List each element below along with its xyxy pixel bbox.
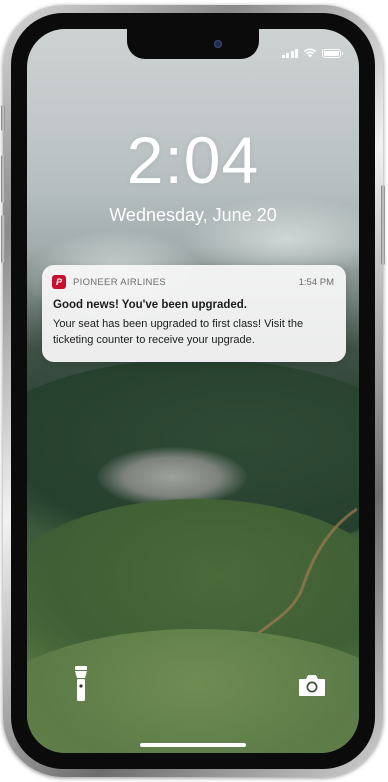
notch [127, 29, 259, 59]
lock-screen[interactable]: 2:04 Wednesday, June 20 P PIONEER AIRLIN… [27, 29, 359, 753]
notification-body: Your seat has been upgraded to first cla… [53, 318, 304, 346]
pioneer-airlines-app-icon: P [52, 275, 66, 289]
volume-up-button [1, 155, 5, 203]
phone-frame: 2:04 Wednesday, June 20 P PIONEER AIRLIN… [1, 5, 385, 777]
notification-card[interactable]: P PIONEER AIRLINES 1:54 PM Good news! Yo… [42, 265, 346, 362]
notification-app-name: PIONEER AIRLINES [73, 276, 166, 288]
cellular-signal-icon [281, 49, 298, 58]
lock-screen-date: Wednesday, June 20 [109, 205, 277, 225]
notification-title: Good news! You've been upgraded. [53, 299, 248, 311]
status-bar [281, 48, 343, 58]
notification-time: 1:54 PM [298, 276, 334, 288]
notification-header: P PIONEER AIRLINES 1:54 PM [52, 275, 334, 289]
home-indicator[interactable] [140, 743, 246, 747]
flashlight-icon[interactable] [74, 666, 88, 702]
front-camera [214, 40, 222, 48]
wifi-icon [303, 48, 317, 58]
camera-icon[interactable] [298, 673, 326, 697]
power-button [381, 185, 385, 265]
lock-screen-time: 2:04 [126, 123, 260, 197]
volume-down-button [1, 215, 5, 263]
silent-switch [1, 105, 5, 131]
battery-icon [322, 49, 343, 58]
